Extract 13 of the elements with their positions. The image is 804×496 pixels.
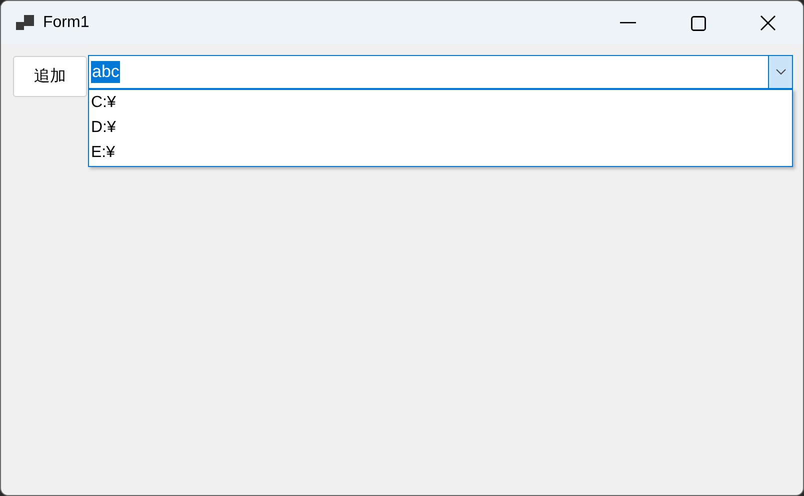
dropdown-option[interactable]: D:¥ [89,115,792,140]
add-button[interactable]: 追加 [13,56,87,97]
close-icon[interactable] [760,15,776,31]
chevron-down-icon [776,69,786,75]
window-title: Form1 [43,13,90,33]
combo-box[interactable]: abc [88,55,793,89]
minimize-icon[interactable] [620,22,636,24]
combo-value: abc [91,61,120,83]
dropdown-button[interactable] [768,56,792,88]
app-icon [16,15,35,31]
maximize-icon[interactable] [690,16,706,30]
dropdown-option[interactable]: E:¥ [89,140,792,165]
dropdown-option[interactable]: C:¥ [89,90,792,115]
